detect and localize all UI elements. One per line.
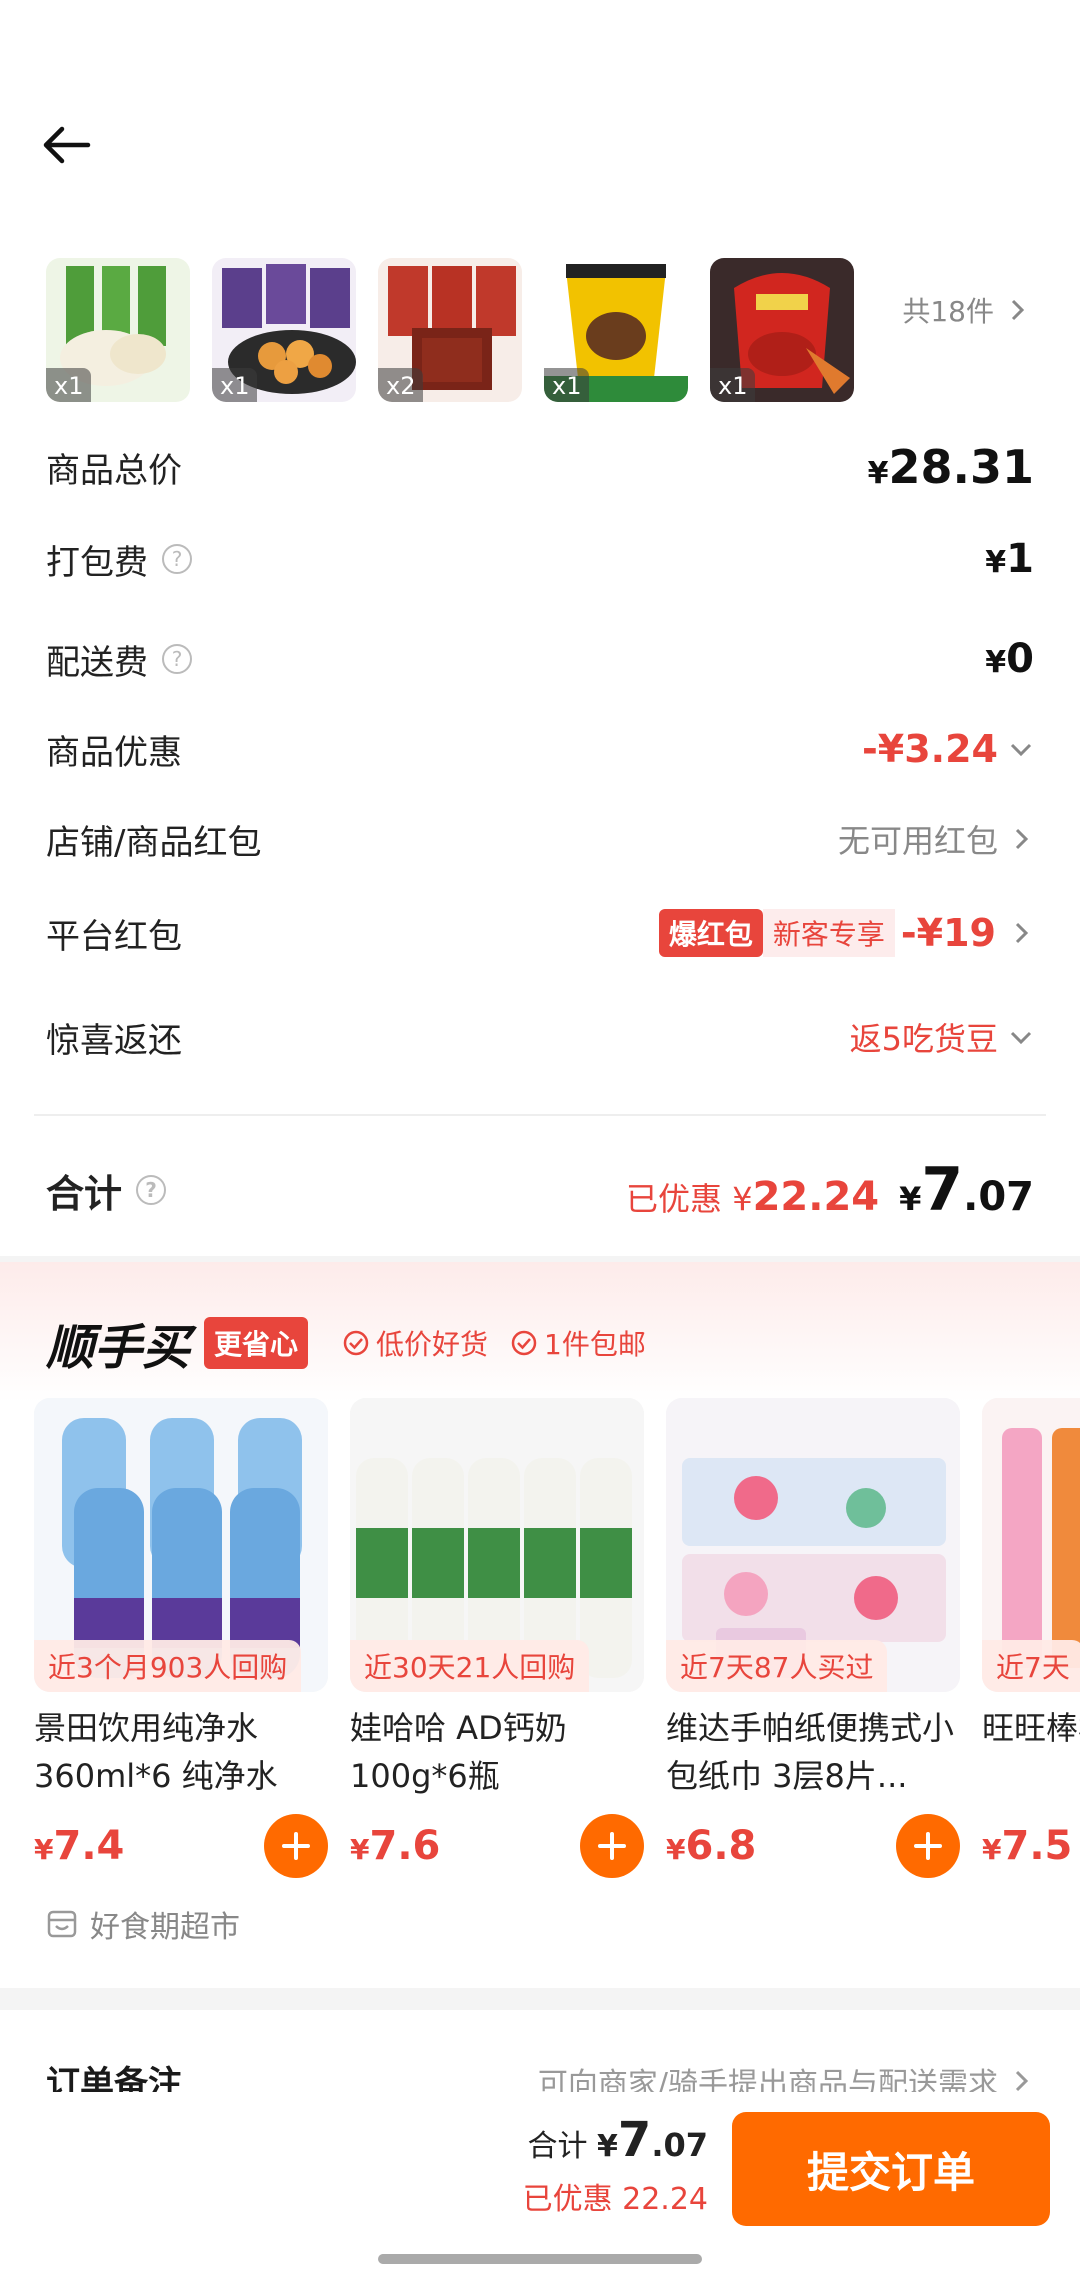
quantity-badge: x2 — [378, 368, 424, 402]
product-thumbnail[interactable]: x2 — [378, 258, 522, 402]
home-indicator[interactable] — [378, 2254, 702, 2264]
product-image: 近7天 — [982, 1398, 1080, 1692]
header — [0, 0, 1080, 250]
checkout-summary: 合计 ¥7.07 已优惠 22.24 — [523, 2112, 708, 2218]
product-price: ¥7.5 — [982, 1823, 1073, 1869]
platform-coupon-label: 平台红包 — [46, 916, 182, 957]
more-items-label: 共18件 — [902, 295, 994, 328]
product-price: ¥7.4 — [34, 1823, 125, 1869]
help-icon[interactable]: ? — [136, 1175, 167, 1205]
platform-coupon-value: -¥19 — [900, 911, 996, 955]
total-amount: ¥7.07 — [899, 1155, 1034, 1225]
check-circle-icon — [343, 1330, 369, 1356]
chevron-right-icon — [1015, 2070, 1029, 2091]
store-name: 好食期超市 — [90, 1910, 240, 1945]
add-on-recommend-section: 顺手买 更省心 低价好货 1件包邮 近3个月903人回购 景田饮用纯净水 360… — [0, 1262, 1080, 1982]
recommend-card[interactable]: 近3个月903人回购 景田饮用纯净水 360ml*6 纯净水 ¥7.4 — [34, 1398, 328, 1878]
surprise-return-value: 返5吃货豆 — [849, 1020, 998, 1058]
quantity-badge: x1 — [212, 368, 258, 402]
store-link[interactable]: 好食期超市 — [46, 1902, 240, 1946]
plus-icon — [914, 1832, 942, 1860]
feature-low-price: 低价好货 — [342, 1323, 488, 1363]
recommend-header: 顺手买 更省心 低价好货 1件包邮 — [46, 1308, 646, 1378]
check-circle-icon — [511, 1330, 537, 1356]
product-name: 旺旺棒棒冰 — [982, 1709, 1080, 1747]
store-coupon-label: 店铺/商品红包 — [46, 822, 262, 863]
goods-discount-label: 商品优惠 — [46, 732, 182, 773]
arrow-left-icon — [43, 126, 91, 164]
recommend-card-list[interactable]: 近3个月903人回购 景田饮用纯净水 360ml*6 纯净水 ¥7.4 近30天… — [34, 1398, 1080, 1878]
recommend-card[interactable]: 近30天21人回购 娃哈哈 AD钙奶 100g*6瓶 ¥7.6 — [350, 1398, 644, 1878]
packing-fee-label: 打包费 — [46, 542, 148, 583]
product-thumbnail[interactable]: x1 — [710, 258, 854, 402]
plus-icon — [282, 1832, 310, 1860]
add-to-cart-button[interactable] — [896, 1814, 960, 1878]
platform-coupon-row[interactable]: 平台红包 爆红包 新客专享 -¥19 — [46, 898, 1034, 968]
recommend-title: 顺手买 — [46, 1320, 191, 1376]
total-saved: 已优惠 ¥22.24 — [626, 1174, 880, 1220]
submit-order-button[interactable]: 提交订单 — [732, 2112, 1050, 2226]
order-item-thumbnails[interactable]: x1 x1 x2 x1 x1 — [46, 258, 854, 406]
quantity-badge: x1 — [544, 368, 590, 402]
bottom-checkout-bar: 合计 ¥7.07 已优惠 22.24 提交订单 — [0, 2092, 1080, 2280]
product-price: ¥7.6 — [350, 1823, 441, 1869]
chevron-down-icon — [1010, 743, 1032, 757]
new-customer-tag: 新客专享 — [762, 909, 895, 957]
chevron-down-icon — [1010, 1031, 1032, 1045]
checkout-total: 合计 ¥7.07 — [527, 2112, 708, 2168]
product-image: 近30天21人回购 — [350, 1398, 644, 1692]
sales-tag: 近7天 — [982, 1640, 1080, 1692]
add-to-cart-button[interactable] — [264, 1814, 328, 1878]
help-icon[interactable]: ? — [162, 544, 192, 574]
repurchase-tag: 近30天21人回购 — [350, 1640, 590, 1692]
store-coupon-value: 无可用红包 — [837, 822, 998, 860]
surprise-return-label: 惊喜返还 — [46, 1020, 182, 1061]
checkout-saved: 已优惠 22.24 — [522, 2182, 708, 2217]
chevron-right-icon — [1011, 299, 1025, 321]
repurchase-tag: 近3个月903人回购 — [34, 1640, 302, 1692]
chevron-right-icon — [1015, 922, 1029, 944]
product-thumbnail[interactable]: x1 — [544, 258, 688, 402]
surprise-return-row[interactable]: 惊喜返还 返5吃货豆 — [46, 1002, 1034, 1072]
order-confirm-page: x1 x1 x2 x1 x1 共18件 商品总价 ¥28.31 打包费 ? ¥1… — [0, 0, 1080, 2280]
store-coupon-row[interactable]: 店铺/商品红包 无可用红包 — [46, 804, 1034, 874]
delivery-fee-value: ¥0 — [985, 636, 1034, 682]
product-image: 近7天87人买过 — [666, 1398, 960, 1692]
total-label: 合计 — [46, 1171, 123, 1216]
recommend-card[interactable]: 近7天 旺旺棒棒冰 ¥7.5 — [982, 1398, 1080, 1878]
product-name: 景田饮用纯净水 360ml*6 纯净水 — [34, 1709, 278, 1795]
feature-free-shipping: 1件包邮 — [510, 1323, 646, 1363]
goods-total-row: 商品总价 ¥28.31 — [46, 432, 1034, 502]
quantity-badge: x1 — [46, 368, 92, 402]
total-row: 合计? 已优惠 ¥22.24 ¥7.07 — [46, 1152, 1034, 1228]
recommend-badge: 更省心 — [204, 1317, 309, 1369]
packing-fee-row: 打包费? ¥1 — [46, 524, 1034, 594]
back-button[interactable] — [40, 120, 100, 170]
delivery-fee-label: 配送费 — [46, 642, 148, 683]
section-gap — [0, 1988, 1080, 2010]
product-thumbnail[interactable]: x1 — [212, 258, 356, 402]
delivery-fee-row: 配送费? ¥0 — [46, 624, 1034, 694]
store-icon — [47, 1910, 77, 1938]
goods-total-value: ¥28.31 — [867, 440, 1034, 494]
plus-icon — [598, 1832, 626, 1860]
goods-discount-row[interactable]: 商品优惠 -¥3.24 — [46, 714, 1034, 784]
packing-fee-value: ¥1 — [985, 536, 1034, 582]
sales-tag: 近7天87人买过 — [666, 1640, 888, 1692]
add-to-cart-button[interactable] — [580, 1814, 644, 1878]
more-items-link[interactable]: 共18件 — [902, 290, 1030, 330]
product-image: 近3个月903人回购 — [34, 1398, 328, 1692]
product-price: ¥6.8 — [666, 1823, 757, 1869]
help-icon[interactable]: ? — [162, 644, 192, 674]
recommend-card[interactable]: 近7天87人买过 维达手帕纸便携式小包纸巾 3层8片... ¥6.8 — [666, 1398, 960, 1878]
quantity-badge: x1 — [710, 368, 756, 402]
goods-discount-value: -¥3.24 — [862, 727, 998, 771]
goods-total-label: 商品总价 — [46, 450, 182, 491]
divider — [34, 1114, 1046, 1116]
product-name: 维达手帕纸便携式小包纸巾 3层8片... — [666, 1709, 955, 1795]
product-name: 娃哈哈 AD钙奶 100g*6瓶 — [350, 1709, 567, 1795]
product-thumbnail[interactable]: x1 — [46, 258, 190, 402]
chevron-right-icon — [1015, 828, 1029, 850]
hot-coupon-tag: 爆红包 — [658, 909, 763, 957]
